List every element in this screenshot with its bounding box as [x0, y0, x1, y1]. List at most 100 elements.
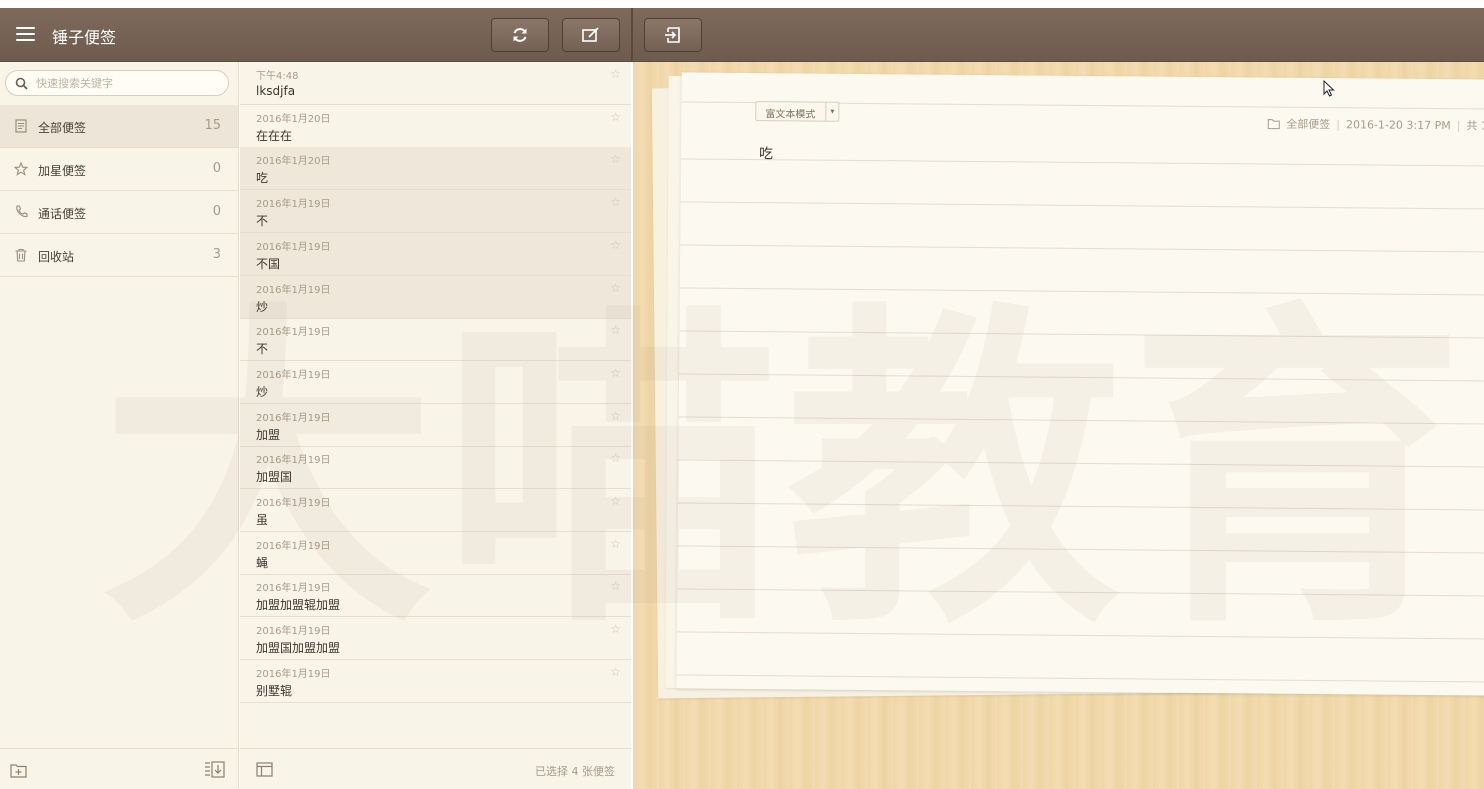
- folder-icon: [1267, 118, 1280, 129]
- note-preview: 虽: [256, 513, 269, 527]
- star-icon[interactable]: ☆: [610, 195, 621, 209]
- editor-area: 富文本模式 ▾ 全部便签 | 2016-1-20 3:17 PM | 共 1 字…: [633, 62, 1484, 789]
- note-date: 2016年1月19日: [256, 241, 331, 253]
- chevron-down-icon: ▾: [825, 102, 839, 121]
- top-bar: 锤子便签: [0, 8, 1484, 62]
- toolbar-divider: [631, 8, 633, 62]
- note-preview: 加盟: [256, 427, 281, 442]
- note-list-item[interactable]: 2016年1月19日 加盟加盟辊加盟 ☆: [240, 574, 631, 618]
- new-note-button[interactable]: [562, 18, 620, 52]
- star-icon[interactable]: ☆: [610, 238, 621, 252]
- note-date: 2016年1月19日: [256, 668, 331, 680]
- search-box[interactable]: [5, 70, 229, 96]
- note-list-item[interactable]: 2016年1月19日不 ☆: [240, 318, 631, 362]
- star-icon[interactable]: ☆: [610, 323, 621, 337]
- hamburger-menu-icon[interactable]: [16, 27, 35, 41]
- note-list-item[interactable]: 2016年1月19日炒 ☆: [240, 275, 631, 319]
- import-icon[interactable]: [204, 761, 225, 778]
- note-preview: 加盟国: [256, 470, 293, 485]
- star-icon[interactable]: ☆: [610, 152, 621, 166]
- meta-separator: |: [1456, 118, 1461, 132]
- mouse-cursor-icon: [1323, 80, 1335, 97]
- note-list-item[interactable]: 2016年1月19日 加盟国加盟加盟 ☆: [240, 617, 631, 661]
- sidebar-item-label: 全部便签: [38, 121, 87, 135]
- star-icon[interactable]: ☆: [610, 537, 621, 551]
- star-icon[interactable]: ☆: [610, 622, 621, 636]
- note-date: 2016年1月19日: [256, 498, 331, 509]
- note-preview: 不: [256, 342, 269, 357]
- star-icon: [14, 162, 28, 176]
- note-preview: 蝇: [256, 555, 269, 570]
- star-icon[interactable]: ☆: [610, 409, 621, 423]
- note-content[interactable]: 吃: [759, 143, 773, 163]
- note-date: 2016年1月19日: [256, 540, 331, 552]
- app-title: 锤子便签: [52, 28, 117, 47]
- compose-icon: [582, 27, 599, 42]
- note-folder[interactable]: 全部便签: [1286, 116, 1330, 132]
- note-meta: 全部便签 | 2016-1-20 3:17 PM | 共 1 字 | ☆: [1267, 116, 1484, 134]
- note-list-item[interactable]: 2016年1月20日 在在在 ☆: [240, 105, 631, 148]
- note-icon: [15, 119, 27, 133]
- sidebar-item-trash[interactable]: 回收站 3: [0, 234, 238, 277]
- note-list-item[interactable]: 2016年1月19日蝇 ☆: [240, 532, 631, 575]
- note-preview: 炒: [256, 384, 269, 399]
- note-preview: 加盟加盟辊加盟: [256, 598, 341, 613]
- note-date: 2016年1月20日: [256, 156, 331, 168]
- note-preview: 别墅辊: [256, 683, 293, 698]
- phone-icon: [16, 205, 28, 218]
- star-icon[interactable]: ☆: [610, 281, 621, 295]
- star-icon[interactable]: ☆: [610, 451, 621, 465]
- note-preview: lksdjfa: [256, 84, 296, 98]
- star-icon[interactable]: ☆: [610, 110, 621, 124]
- note-preview: 不国: [256, 256, 281, 271]
- note-list-item[interactable]: 2016年1月19日 加盟 ☆: [240, 404, 631, 447]
- note-list-item[interactable]: 2016年1月19日 别墅辊 ☆: [240, 660, 631, 703]
- sidebar-item-label: 加星便签: [38, 164, 87, 178]
- sidebar-item-count: 0: [212, 161, 221, 176]
- search-input[interactable]: [36, 74, 224, 92]
- note-date: 2016年1月19日: [256, 199, 331, 211]
- search-icon: [15, 77, 28, 90]
- sidebar-item-count: 15: [204, 118, 221, 133]
- note-list-item[interactable]: 2016年1月19日 不国 ☆: [240, 232, 631, 276]
- note-date: 2016年1月19日: [256, 583, 331, 595]
- note-timestamp: 2016-1-20 3:17 PM: [1345, 117, 1451, 132]
- sidebar-footer: [0, 748, 238, 789]
- note-date: 2016年1月19日: [256, 455, 331, 467]
- note-list-item[interactable]: 2016年1月19日不 ☆: [240, 190, 631, 234]
- rich-text-mode-button[interactable]: 富文本模式 ▾: [755, 101, 840, 122]
- note-preview: 炒: [256, 299, 269, 314]
- sidebar: 全部便签 15 加星便签 0 通话便签 0 回收站 3: [0, 62, 239, 789]
- note-list-item[interactable]: 2016年1月19日 加盟国 ☆: [240, 446, 631, 490]
- move-note-button[interactable]: [644, 18, 702, 52]
- sidebar-item-starred[interactable]: 加星便签 0: [0, 148, 238, 191]
- note-list-item[interactable]: 下午4:48 lksdjfa ☆: [240, 62, 631, 105]
- sidebar-item-all-notes[interactable]: 全部便签 15: [0, 105, 238, 148]
- note-date: 2016年1月19日: [256, 284, 331, 296]
- sidebar-item-count: 0: [212, 204, 221, 219]
- layout-icon[interactable]: [256, 762, 273, 777]
- star-icon[interactable]: ☆: [610, 665, 621, 679]
- star-icon[interactable]: ☆: [610, 579, 621, 593]
- note-word-count: 共 1 字: [1466, 119, 1484, 133]
- note-date: 下午4:48: [256, 71, 299, 82]
- note-list-item[interactable]: 2016年1月19日炒 ☆: [240, 361, 631, 404]
- move-to-folder-icon: [665, 27, 680, 43]
- note-date: 2016年1月19日: [256, 626, 331, 638]
- star-icon[interactable]: ☆: [610, 67, 621, 81]
- meta-separator: |: [1336, 117, 1341, 131]
- sidebar-item-call-notes[interactable]: 通话便签 0: [0, 191, 238, 234]
- sidebar-item-label: 通话便签: [38, 207, 87, 221]
- note-date: 2016年1月19日: [256, 412, 331, 424]
- note-date: 2016年1月20日: [256, 113, 331, 125]
- star-icon[interactable]: ☆: [610, 494, 621, 508]
- new-folder-icon[interactable]: [10, 763, 27, 778]
- sync-icon: [513, 28, 527, 42]
- sync-button[interactable]: [491, 18, 549, 52]
- note-list-item[interactable]: 2016年1月19日虽 ☆: [240, 489, 631, 532]
- note-preview: 不: [256, 214, 269, 229]
- selection-status: 已选择 4 张便签: [535, 765, 615, 778]
- star-icon[interactable]: ☆: [610, 366, 621, 380]
- note-list-item[interactable]: 2016年1月20日吃 ☆: [240, 147, 631, 191]
- note-paper[interactable]: 富文本模式 ▾ 全部便签 | 2016-1-20 3:17 PM | 共 1 字…: [676, 72, 1484, 696]
